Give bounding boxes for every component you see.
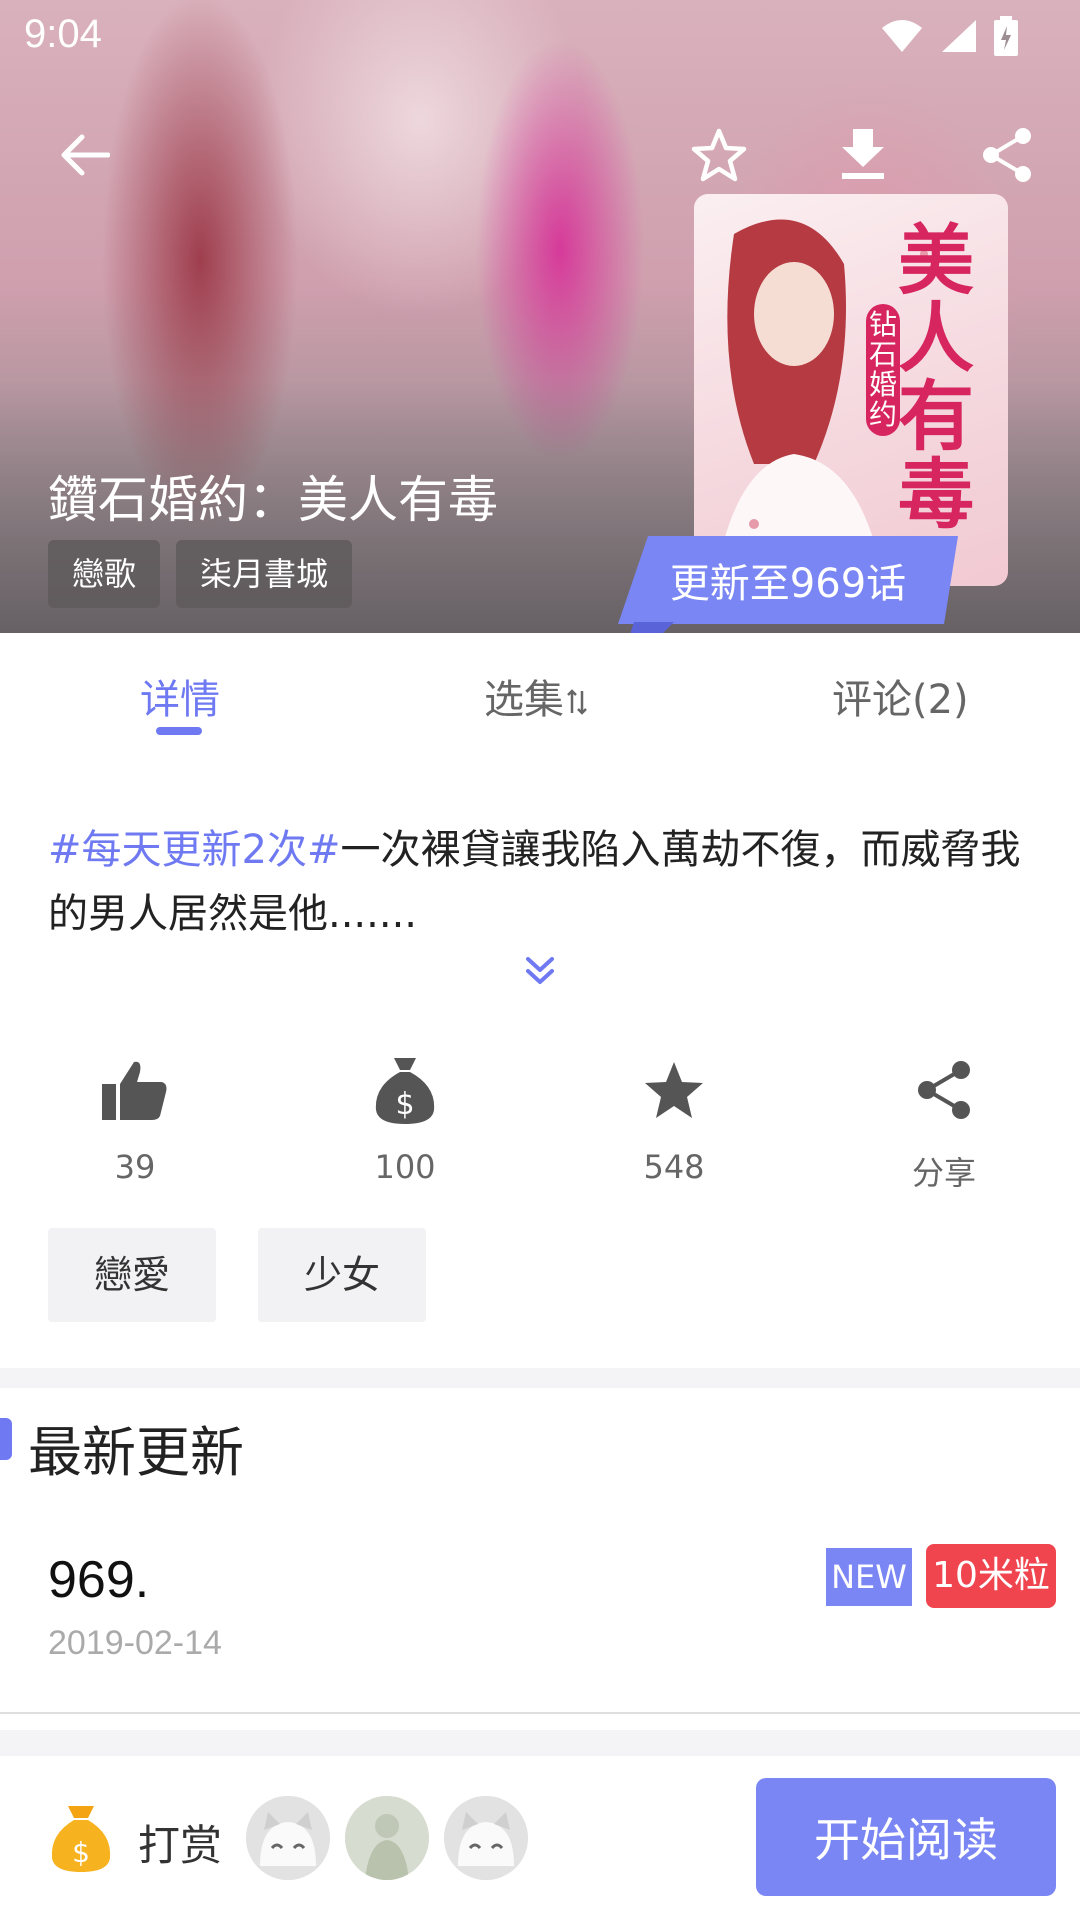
- reward-count: 100: [374, 1148, 436, 1186]
- cell-signal-icon: [942, 20, 976, 52]
- section-divider: [0, 1368, 1080, 1388]
- tab-bar: 详情 选集 评论(2): [0, 633, 1080, 743]
- update-banner: 更新至969话: [618, 536, 958, 624]
- cover-title: 美人有毒: [898, 216, 974, 539]
- category-tags: 戀愛 少女: [48, 1228, 426, 1322]
- avatar[interactable]: [345, 1796, 429, 1880]
- money-bag-icon: $: [375, 1058, 435, 1124]
- reward-stat[interactable]: $ 100: [315, 1050, 495, 1190]
- status-time: 9:04: [24, 12, 102, 56]
- cat-avatar-icon: [444, 1796, 528, 1880]
- svg-text:$: $: [395, 1087, 414, 1122]
- cover-subtitle: 钻石婚约: [866, 304, 900, 436]
- top-toolbar: [0, 110, 1080, 200]
- chapter-date: 2019-02-14: [48, 1624, 222, 1662]
- favorite-stat[interactable]: 548: [584, 1050, 764, 1190]
- tab-details[interactable]: 详情: [140, 667, 220, 725]
- like-stat[interactable]: 39: [45, 1050, 225, 1190]
- share-stat[interactable]: 分享: [854, 1050, 1034, 1192]
- share-icon: [918, 1061, 970, 1119]
- new-badge: NEW: [826, 1548, 912, 1606]
- thumbs-up-icon: [102, 1061, 167, 1120]
- tab-comments[interactable]: 评论(2): [832, 667, 969, 725]
- star-outline-icon: [691, 128, 747, 182]
- cat-avatar-icon: [246, 1796, 330, 1880]
- svg-text:$: $: [72, 1836, 90, 1869]
- double-chevron-down-icon: [526, 957, 554, 984]
- category-tag[interactable]: 戀愛: [48, 1228, 216, 1322]
- expand-description-button[interactable]: [522, 955, 558, 989]
- back-button[interactable]: [40, 110, 130, 200]
- statue-avatar-icon: [345, 1796, 429, 1880]
- share-label: 分享: [911, 1154, 976, 1192]
- divider-line: [0, 1712, 1080, 1714]
- section-title: 最新更新: [28, 1421, 244, 1484]
- favorite-count: 548: [643, 1148, 705, 1186]
- wifi-icon: [882, 20, 922, 52]
- book-tag[interactable]: 戀歌: [48, 540, 161, 608]
- status-icons: [880, 16, 1018, 56]
- book-title: 鑽石婚約：美人有毒: [48, 471, 498, 529]
- tab-episodes-label: 选集: [484, 677, 564, 723]
- tab-episodes[interactable]: 选集: [484, 667, 588, 725]
- star-icon: [645, 1062, 703, 1118]
- download-button[interactable]: [818, 110, 908, 200]
- book-tags: 戀歌 柒月書城: [48, 540, 353, 608]
- book-tag[interactable]: 柒月書城: [176, 540, 353, 608]
- start-reading-button[interactable]: 开始阅读: [756, 1778, 1056, 1896]
- avatar[interactable]: [444, 1796, 528, 1880]
- share-icon: [983, 128, 1031, 182]
- tip-label[interactable]: 打赏: [138, 1812, 222, 1873]
- section-accent-bar: [0, 1418, 12, 1460]
- price-badge: 10米粒: [926, 1544, 1056, 1608]
- bottom-bar: $ 打赏 开始阅读: [0, 1756, 1080, 1920]
- book-description: #每天更新2次#一次裸貸讓我陷入萬劫不復，而威脅我的男人居然是他.......: [48, 818, 1028, 946]
- share-button[interactable]: [962, 110, 1052, 200]
- favorite-button[interactable]: [674, 110, 764, 200]
- book-cover[interactable]: 美人有毒 钻石婚约: [694, 194, 1008, 586]
- tab-indicator: [156, 727, 202, 735]
- battery-icon: [994, 16, 1018, 56]
- back-arrow-icon: [61, 134, 110, 176]
- avatar[interactable]: [246, 1796, 330, 1880]
- like-count: 39: [114, 1148, 156, 1186]
- sort-icon: [567, 689, 587, 715]
- divider-band: [0, 1730, 1080, 1756]
- download-icon: [842, 129, 884, 179]
- description-hashtag[interactable]: #每天更新2次#: [48, 827, 340, 873]
- coin-bag-icon: $: [51, 1806, 111, 1872]
- category-tag[interactable]: 少女: [258, 1228, 426, 1322]
- status-bar: 9:04: [0, 0, 1080, 72]
- stats-row: 39 $ 100 548 分享: [0, 1050, 1080, 1192]
- tip-button[interactable]: $: [48, 1804, 114, 1874]
- chapter-number: 969.: [48, 1551, 150, 1609]
